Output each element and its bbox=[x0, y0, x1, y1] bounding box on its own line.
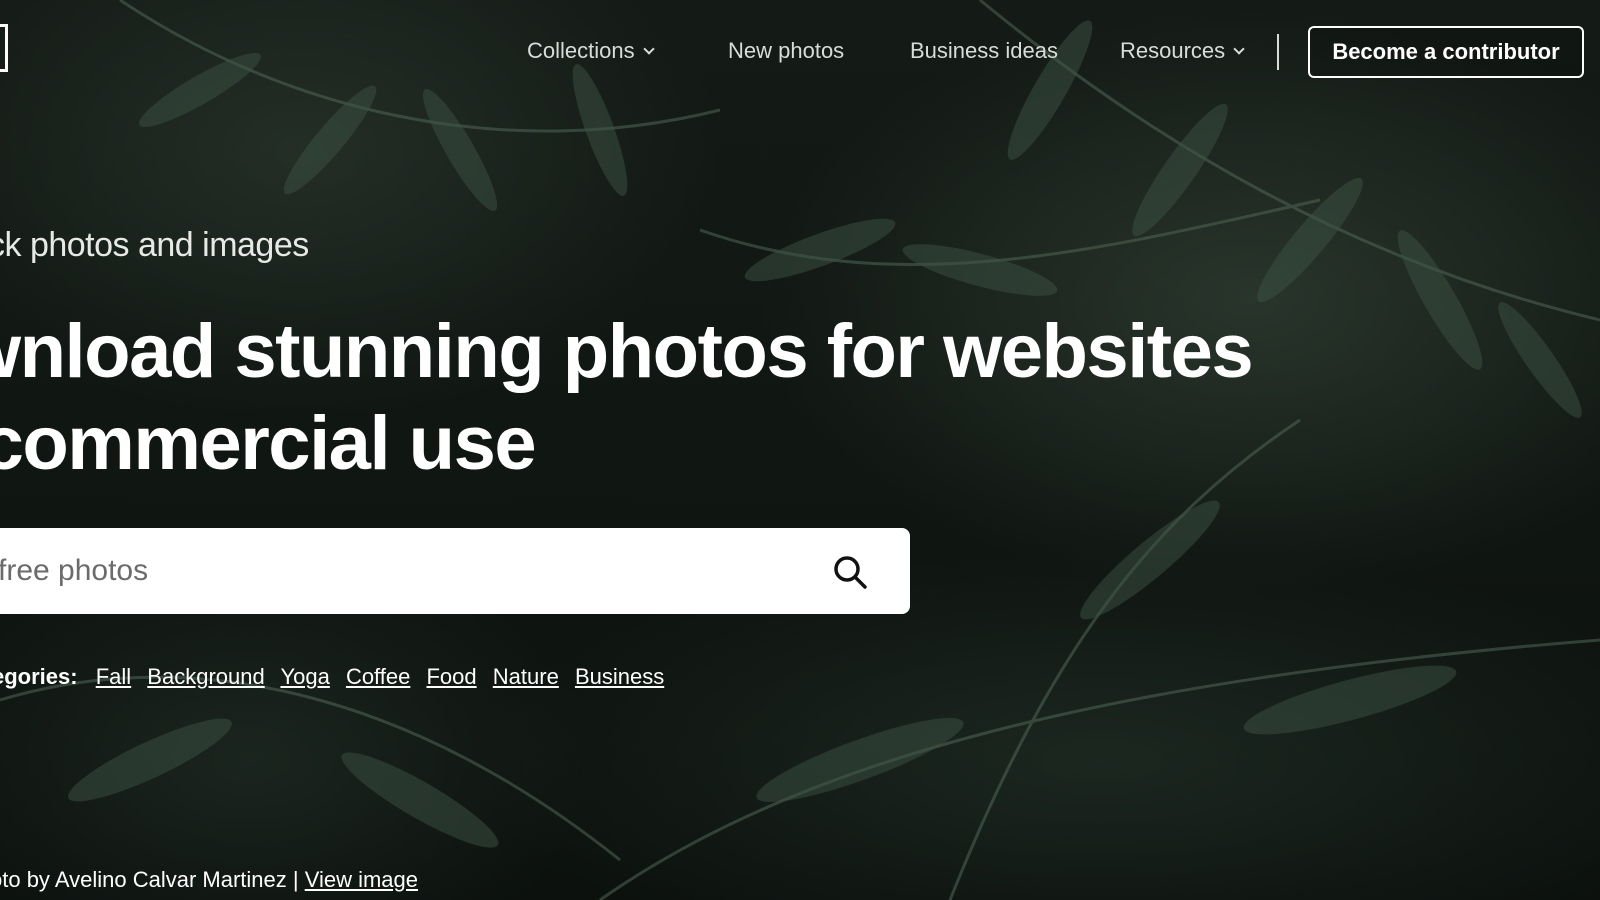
photo-credit: oto by Avelino Calvar Martinez | View im… bbox=[0, 867, 418, 893]
search-bar bbox=[0, 528, 910, 614]
headline-line-2: commercial use bbox=[0, 401, 537, 486]
nav-item-label: New photos bbox=[728, 38, 845, 63]
category-link-fall[interactable]: Fall bbox=[96, 664, 131, 689]
category-link-background[interactable]: Background bbox=[147, 664, 264, 689]
become-contributor-button[interactable]: Become a contributor bbox=[1308, 26, 1584, 78]
hero-eyebrow: ck photos and images bbox=[0, 226, 309, 264]
categories-label: egories: bbox=[0, 664, 78, 689]
top-navigation: Collections New photos Business ideas Re… bbox=[0, 0, 1600, 104]
nav-item-new-photos[interactable]: New photos bbox=[728, 38, 844, 64]
category-link-coffee[interactable]: Coffee bbox=[346, 664, 410, 689]
popular-categories: egories: Fall Background Yoga Coffee Foo… bbox=[0, 664, 674, 690]
category-link-food[interactable]: Food bbox=[426, 664, 476, 689]
headline-line-1: wnload stunning photos for websites bbox=[0, 309, 1254, 394]
search-input[interactable] bbox=[0, 528, 818, 614]
category-link-nature[interactable]: Nature bbox=[493, 664, 559, 689]
search-icon[interactable] bbox=[832, 554, 868, 590]
hero-section: Collections New photos Business ideas Re… bbox=[0, 0, 1600, 900]
view-image-link[interactable]: View image bbox=[305, 867, 418, 892]
nav-item-label: Collections bbox=[527, 38, 635, 63]
nav-divider bbox=[1277, 34, 1279, 70]
photo-credit-text: oto by Avelino Calvar Martinez | bbox=[0, 867, 305, 892]
nav-item-collections[interactable]: Collections bbox=[527, 38, 655, 64]
chevron-down-icon bbox=[1233, 43, 1245, 55]
nav-item-label: Business ideas bbox=[910, 38, 1058, 63]
hero-headline: wnload stunning photos for websites comm… bbox=[0, 306, 1254, 490]
category-link-yoga[interactable]: Yoga bbox=[280, 664, 329, 689]
category-link-business[interactable]: Business bbox=[575, 664, 664, 689]
nav-item-resources[interactable]: Resources bbox=[1120, 38, 1245, 64]
nav-item-label: Resources bbox=[1120, 38, 1226, 63]
nav-item-business-ideas[interactable]: Business ideas bbox=[910, 38, 1058, 64]
chevron-down-icon bbox=[642, 43, 655, 55]
